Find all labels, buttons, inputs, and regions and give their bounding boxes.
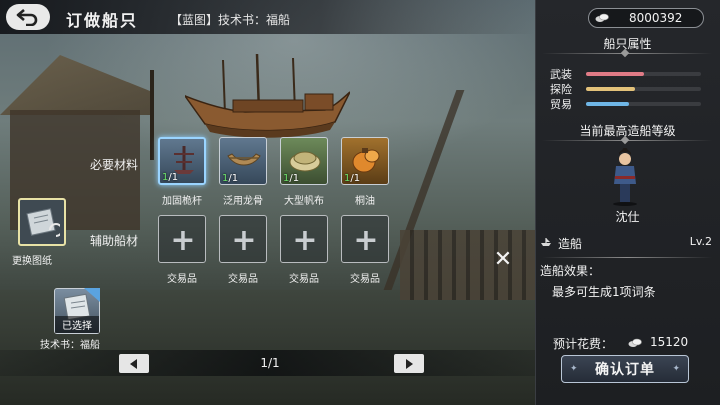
order-ship-screen: 订做船只 【蓝图】技术书：福船 必要材料 1/1 1/1 1/1 1/1 加固桅… bbox=[0, 0, 720, 405]
confirm-order-button[interactable]: ✦ 确认订单 ✦ bbox=[561, 355, 689, 383]
material-name: 大型帆布 bbox=[284, 196, 324, 207]
oil-icon bbox=[352, 148, 380, 173]
plus-icon: + bbox=[292, 222, 318, 258]
attribute-label: 贸易 bbox=[550, 98, 572, 111]
back-arrow-icon bbox=[16, 9, 38, 26]
plus-icon: + bbox=[231, 222, 257, 258]
divider bbox=[542, 257, 712, 258]
material-count-need: /1 bbox=[350, 173, 361, 184]
close-icon[interactable]: ✕ bbox=[493, 249, 513, 271]
ship-attributes-title: 船只属性 bbox=[603, 37, 652, 51]
skill-level: Lv.2 bbox=[689, 235, 712, 248]
selected-tag: 已选择 bbox=[55, 316, 99, 333]
shipwright-portrait bbox=[613, 148, 637, 206]
currency-display: 8000392 bbox=[588, 8, 704, 28]
attribute-bar-trade bbox=[586, 102, 701, 106]
silver-ingot-icon bbox=[595, 13, 609, 22]
material-name: 泛用龙骨 bbox=[223, 196, 263, 207]
material-slot-keel[interactable]: 1/1 bbox=[219, 137, 267, 185]
attribute-label: 武装 bbox=[550, 68, 572, 81]
attribute-fill bbox=[586, 87, 636, 91]
material-count-need: /1 bbox=[289, 173, 300, 184]
material-name: 加固桅杆 bbox=[162, 196, 202, 207]
blueprint-scroll-icon bbox=[26, 208, 60, 237]
auxiliary-slot-caption: 交易品 bbox=[350, 274, 380, 285]
cost-label: 预计花费： bbox=[553, 337, 614, 351]
attribute-label: 探险 bbox=[550, 83, 572, 96]
skill-name: 造船 bbox=[558, 237, 583, 251]
arrow-right-icon bbox=[406, 358, 413, 369]
auxiliary-slot[interactable]: + bbox=[280, 215, 328, 263]
page-indicator: 1/1 bbox=[260, 356, 280, 370]
shipbuilding-skill-icon bbox=[541, 238, 551, 246]
sparkle-icon: ✦ bbox=[570, 364, 578, 374]
npc-name: 沈仕 bbox=[615, 210, 640, 224]
material-slot-mast[interactable]: 1/1 bbox=[158, 137, 206, 185]
material-slot-canvas[interactable]: 1/1 bbox=[280, 137, 328, 185]
attribute-bar-armament bbox=[586, 72, 701, 76]
shipbuilding-level-title: 当前最高造船等级 bbox=[579, 124, 676, 138]
ship-preview-image bbox=[185, 53, 350, 138]
confirm-order-label: 确认订单 bbox=[595, 362, 655, 378]
background-fence bbox=[400, 230, 535, 300]
back-button[interactable] bbox=[6, 4, 50, 30]
plus-icon: + bbox=[170, 222, 196, 258]
attribute-bar-exploration bbox=[586, 87, 701, 91]
cost-value: 15120 bbox=[650, 335, 689, 349]
auxiliary-slot-caption: 交易品 bbox=[289, 274, 319, 285]
effect-title: 造船效果： bbox=[540, 264, 601, 278]
blueprint-subtitle: 【蓝图】技术书：福船 bbox=[170, 13, 291, 27]
material-count-need: /1 bbox=[228, 173, 239, 184]
background-pole bbox=[150, 70, 154, 160]
attribute-fill bbox=[586, 72, 644, 76]
auxiliary-slot[interactable]: + bbox=[219, 215, 267, 263]
sparkle-icon: ✦ bbox=[672, 364, 680, 374]
plus-icon: + bbox=[353, 222, 379, 258]
auxiliary-slot-caption: 交易品 bbox=[167, 274, 197, 285]
page-title: 订做船只 bbox=[66, 11, 139, 30]
arrow-left-icon bbox=[130, 358, 137, 369]
next-page-button[interactable] bbox=[394, 354, 424, 373]
material-name: 桐油 bbox=[355, 196, 375, 207]
skill-row: 造船 Lv.2 bbox=[538, 234, 714, 252]
attribute-fill bbox=[586, 102, 629, 106]
selected-blueprint-name: 技术书：福船 bbox=[40, 340, 100, 351]
material-count-need: /1 bbox=[168, 172, 179, 183]
auxiliary-materials-label: 辅助船材 bbox=[90, 234, 139, 248]
silver-ingot-icon bbox=[628, 338, 642, 347]
prev-page-button[interactable] bbox=[119, 354, 149, 373]
material-slot-oil[interactable]: 1/1 bbox=[341, 137, 389, 185]
change-blueprint-button[interactable] bbox=[18, 198, 66, 246]
effect-description: 最多可生成1项词条 bbox=[552, 285, 656, 299]
keel-icon bbox=[227, 153, 261, 166]
auxiliary-slot[interactable]: + bbox=[341, 215, 389, 263]
selected-blueprint-card[interactable]: 已选择 bbox=[54, 288, 100, 334]
auxiliary-slot-caption: 交易品 bbox=[228, 274, 258, 285]
currency-value: 8000392 bbox=[629, 11, 683, 25]
auxiliary-slot[interactable]: + bbox=[158, 215, 206, 263]
required-materials-label: 必要材料 bbox=[90, 158, 139, 172]
change-blueprint-label: 更换图纸 bbox=[12, 256, 52, 267]
canvas-icon bbox=[289, 151, 321, 172]
